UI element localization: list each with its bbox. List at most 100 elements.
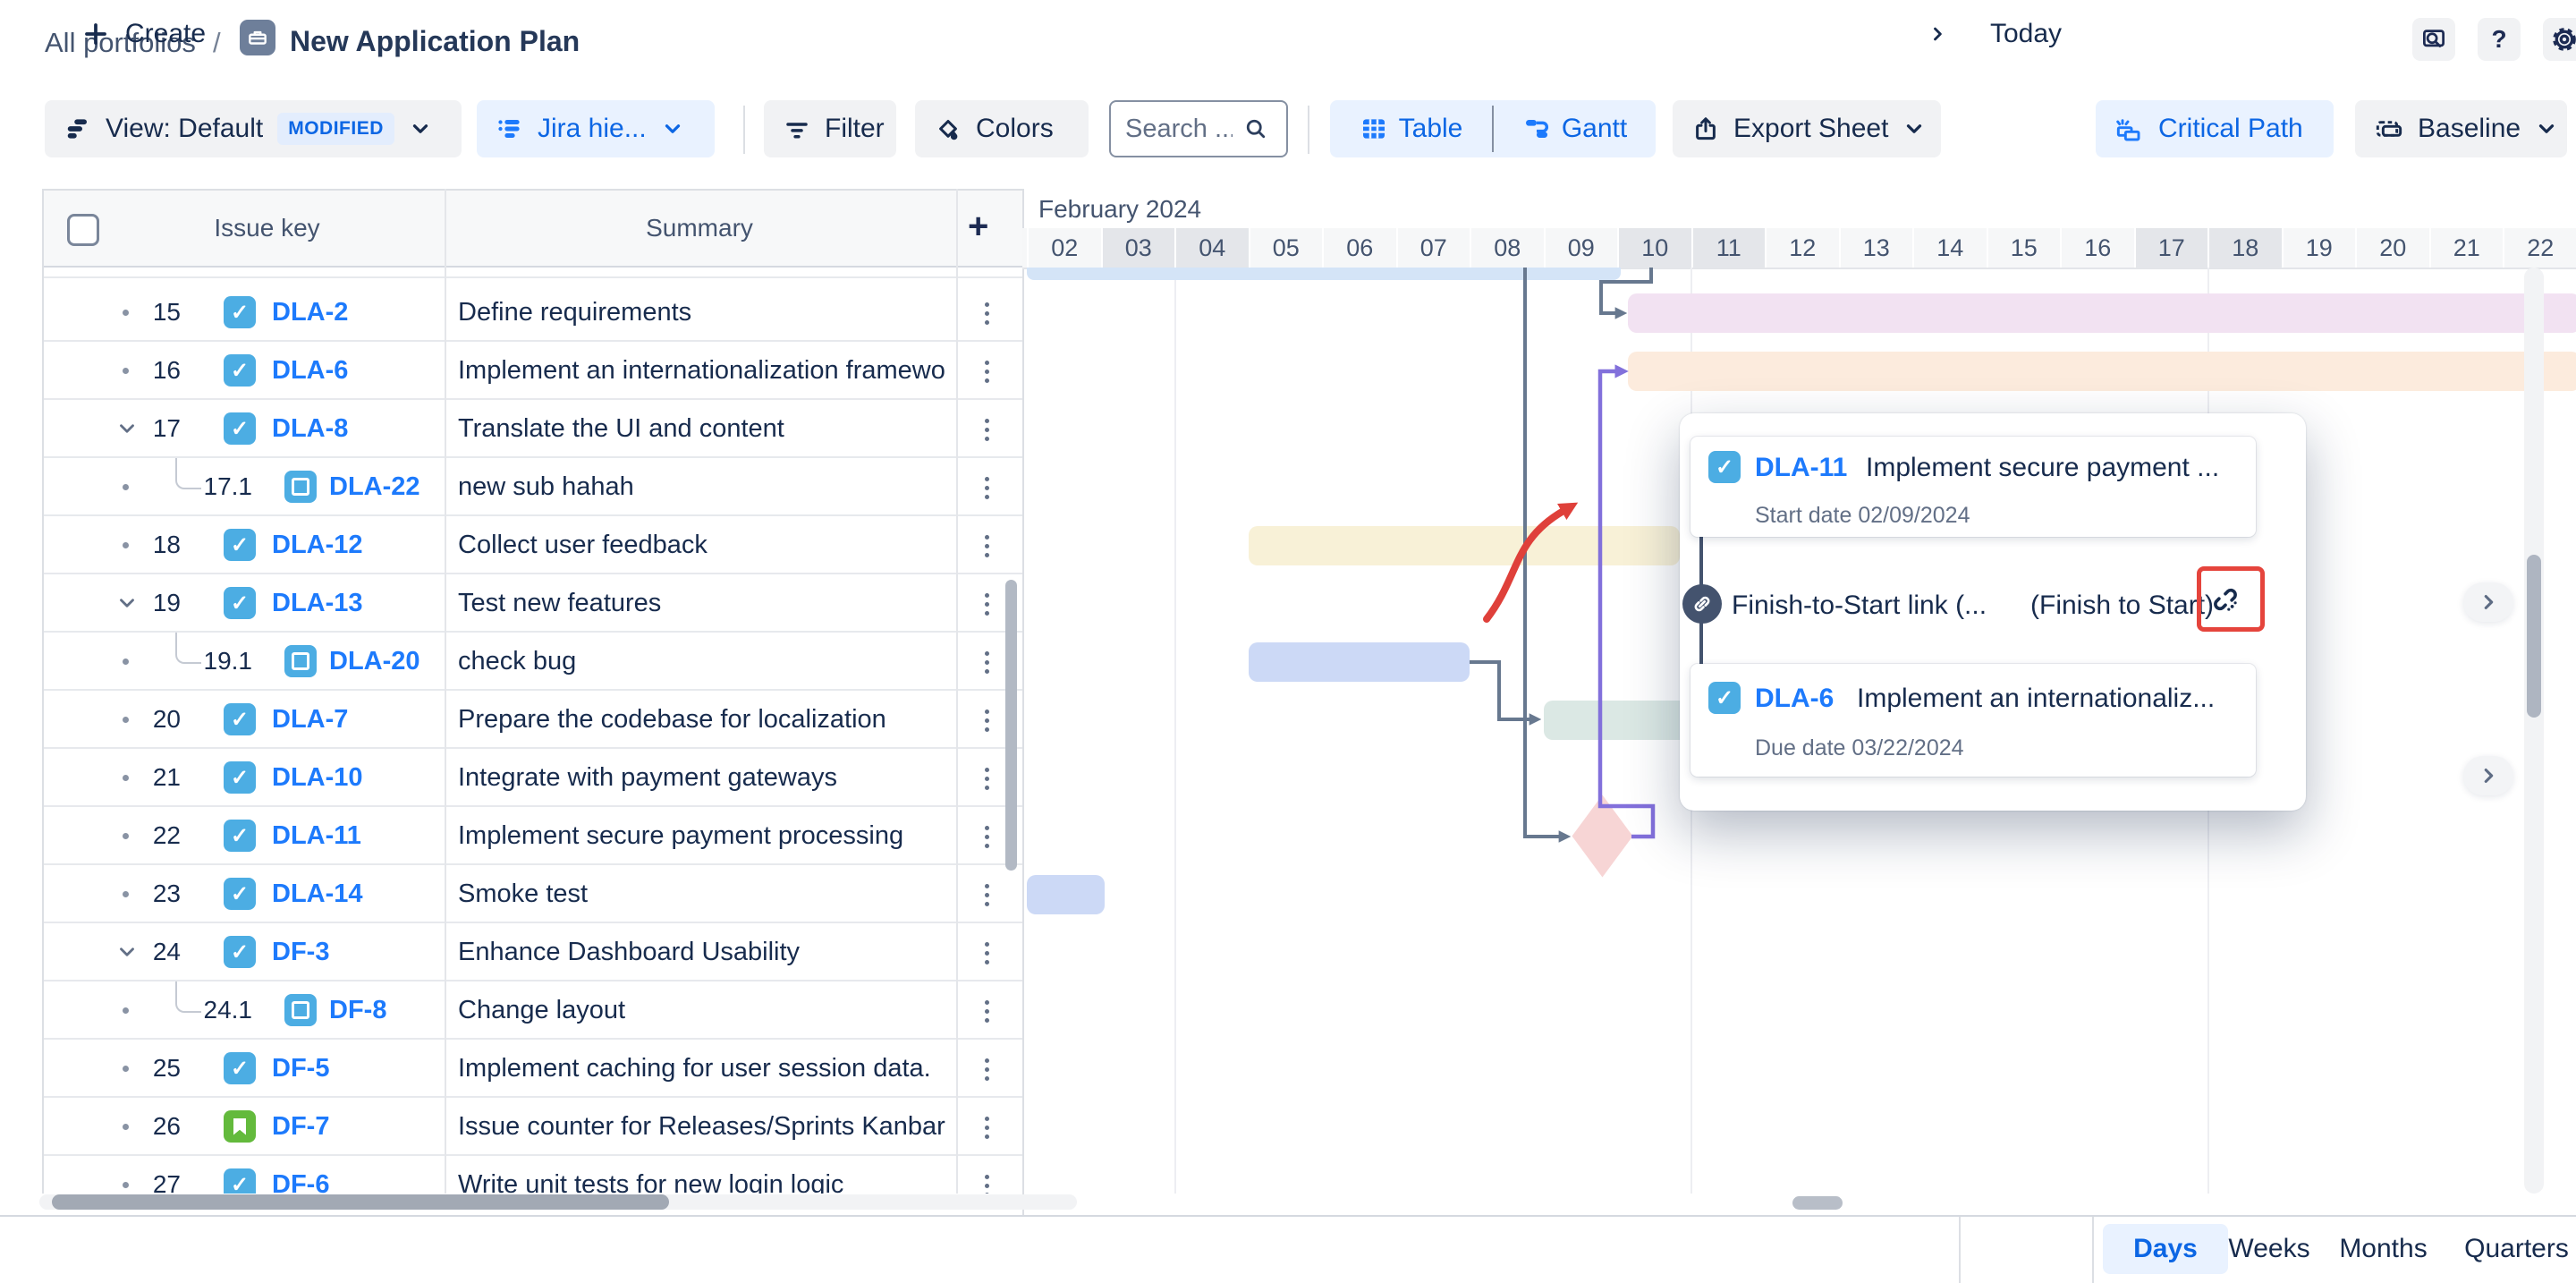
toolbar-divider xyxy=(1308,106,1309,154)
row-menu-button[interactable] xyxy=(974,934,999,972)
table-row[interactable]: 26DF-7Issue counter for Releases/Sprints… xyxy=(42,1098,1022,1156)
scroll-to-bar-button[interactable] xyxy=(2463,582,2513,622)
column-header-summary[interactable]: Summary xyxy=(445,214,954,242)
table-row[interactable]: 24DF-3Enhance Dashboard Usability xyxy=(42,923,1022,981)
tab-table[interactable]: Table xyxy=(1330,100,1492,157)
table-row[interactable]: 19.1DLA-20check bug xyxy=(42,633,1022,691)
row-menu-button[interactable] xyxy=(974,701,999,739)
row-menu-button[interactable] xyxy=(974,1109,999,1146)
table-label: Table xyxy=(1399,114,1463,144)
popup-target-key[interactable]: DLA-6 xyxy=(1755,684,1834,714)
overview-search-button[interactable] xyxy=(2412,18,2455,61)
popup-source-issue-card[interactable]: DLA-11 Implement secure payment ... Star… xyxy=(1690,437,2256,537)
colors-button[interactable]: Colors xyxy=(915,100,1089,157)
table-horizontal-scrollbar-thumb[interactable] xyxy=(52,1194,669,1210)
issue-key-link[interactable]: DLA-14 xyxy=(272,879,363,909)
create-button[interactable]: Create xyxy=(64,9,224,59)
dependency-line-to-DLA-11[interactable] xyxy=(1525,268,1560,837)
gantt-vertical-scrollbar-thumb[interactable] xyxy=(2527,555,2541,718)
row-menu-button[interactable] xyxy=(974,527,999,565)
help-button[interactable]: ? xyxy=(2478,18,2521,61)
day-cell: 02 xyxy=(1027,228,1101,268)
export-sheet-button[interactable]: Export Sheet xyxy=(1673,100,1941,157)
issue-key-link[interactable]: DLA-11 xyxy=(272,821,361,851)
issue-key-link[interactable]: DLA-6 xyxy=(272,356,348,386)
issue-key-link[interactable]: DF-8 xyxy=(329,996,386,1025)
today-button[interactable]: Today xyxy=(1979,9,2073,59)
issue-key-link[interactable]: DF-7 xyxy=(272,1112,329,1142)
row-menu-button[interactable] xyxy=(974,585,999,623)
issue-key-link[interactable]: DLA-8 xyxy=(272,414,348,444)
select-all-checkbox[interactable] xyxy=(67,214,99,246)
table-row[interactable]: 24.1DF-8Change layout xyxy=(42,981,1022,1040)
issue-key-link[interactable]: DLA-22 xyxy=(329,472,420,502)
filter-button[interactable]: Filter xyxy=(764,100,896,157)
view-selector-button[interactable]: View: Default MODIFIED xyxy=(45,100,462,157)
scroll-to-bar-button[interactable] xyxy=(2463,756,2513,795)
plus-icon xyxy=(82,21,109,47)
table-row[interactable]: 23DLA-14Smoke test xyxy=(42,865,1022,923)
critical-path-button[interactable]: Critical Path xyxy=(2096,100,2334,157)
expand-panel-button[interactable] xyxy=(1911,9,1964,59)
table-row[interactable]: 17DLA-8Translate the UI and content xyxy=(42,400,1022,458)
issue-key-link[interactable]: DLA-20 xyxy=(329,647,420,676)
table-row[interactable]: 25DF-5Implement caching for user session… xyxy=(42,1040,1022,1098)
table-row[interactable]: 16DLA-6Implement an internationalization… xyxy=(42,342,1022,400)
column-header-issue-key[interactable]: Issue key xyxy=(131,214,402,242)
table-row[interactable]: 19DLA-13Test new features xyxy=(42,574,1022,633)
dependency-line-to-DLA-2[interactable] xyxy=(1601,268,1651,313)
table-vertical-scrollbar[interactable] xyxy=(1005,580,1017,871)
popup-target-issue-card[interactable]: DLA-6 Implement an internationaliz... Du… xyxy=(1690,664,2256,777)
table-row[interactable]: 17.1DLA-22new sub hahah xyxy=(42,458,1022,516)
row-menu-button[interactable] xyxy=(974,411,999,448)
table-row[interactable]: 27DF-6Write unit tests for new login log… xyxy=(42,1156,1022,1194)
popup-source-key[interactable]: DLA-11 xyxy=(1755,453,1847,483)
scale-option-weeks[interactable]: Weeks xyxy=(2215,1224,2324,1274)
row-menu-button[interactable] xyxy=(974,469,999,506)
row-menu-button[interactable] xyxy=(974,876,999,913)
row-menu-button[interactable] xyxy=(974,1167,999,1194)
issue-key-link[interactable]: DLA-12 xyxy=(272,531,363,560)
add-column-button[interactable]: + xyxy=(968,207,988,247)
row-menu-button[interactable] xyxy=(974,760,999,797)
table-row[interactable]: 21DLA-10Integrate with payment gateways xyxy=(42,749,1022,807)
issue-key-link[interactable]: DF-6 xyxy=(272,1170,329,1194)
scale-option-days[interactable]: Days xyxy=(2103,1224,2228,1274)
gantt-vertical-scrollbar-track[interactable] xyxy=(2524,268,2544,1194)
issue-key-link[interactable]: DLA-2 xyxy=(272,298,348,327)
selected-link-DLA-11-to-DLA-6[interactable] xyxy=(1600,371,1653,837)
hierarchy-selector-button[interactable]: Jira hie... xyxy=(477,100,715,157)
row-menu-button[interactable] xyxy=(974,818,999,855)
issue-key-link[interactable]: DLA-7 xyxy=(272,705,348,735)
issue-key-link[interactable]: DF-3 xyxy=(272,938,329,967)
table-row[interactable]: 18DLA-12Collect user feedback xyxy=(42,516,1022,574)
table-left-border xyxy=(42,189,44,1194)
table-row[interactable]: 15DLA-2Define requirements xyxy=(42,284,1022,342)
baseline-button[interactable]: Baseline xyxy=(2355,100,2567,157)
row-menu-button[interactable] xyxy=(974,294,999,332)
tab-gantt[interactable]: Gantt xyxy=(1494,100,1656,157)
settings-button[interactable] xyxy=(2543,18,2576,61)
row-number: 15 xyxy=(127,298,181,327)
plan-icon xyxy=(240,20,275,55)
issue-key-link[interactable]: DF-5 xyxy=(272,1054,329,1083)
row-number: 17 xyxy=(127,414,181,443)
day-cell: 06 xyxy=(1322,228,1396,268)
issue-key-link[interactable]: DLA-13 xyxy=(272,589,363,618)
dependency-line-DLA-20-to-DLA-7[interactable] xyxy=(1470,662,1530,719)
scale-option-months[interactable]: Months xyxy=(2322,1224,2445,1274)
day-cell: 16 xyxy=(2060,228,2134,268)
table-row[interactable]: 20DLA-7Prepare the codebase for localiza… xyxy=(42,691,1022,749)
table-row[interactable]: 22DLA-11Implement secure payment process… xyxy=(42,807,1022,865)
row-menu-button[interactable] xyxy=(974,353,999,390)
issue-key-link[interactable]: DLA-10 xyxy=(272,763,363,793)
annotation-highlight-box xyxy=(2197,566,2265,632)
scale-option-quarters[interactable]: Quarters xyxy=(2443,1224,2576,1274)
row-menu-button[interactable] xyxy=(974,1050,999,1088)
gantt-horizontal-scrollbar-thumb[interactable] xyxy=(1792,1196,1843,1210)
search-input[interactable] xyxy=(1123,114,1234,145)
day-cell: 13 xyxy=(1839,228,1913,268)
issue-type-icon-task xyxy=(224,936,256,968)
row-menu-button[interactable] xyxy=(974,643,999,681)
row-menu-button[interactable] xyxy=(974,992,999,1030)
